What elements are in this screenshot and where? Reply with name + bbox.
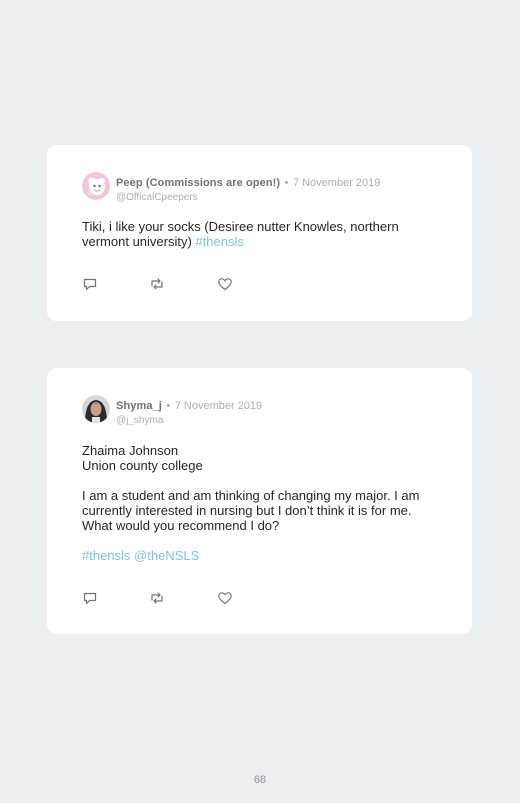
retweet-icon[interactable] [149, 276, 165, 292]
tweet-text: Tiki, i like your socks (Desiree nutter … [82, 219, 442, 249]
tweet-text-question: I am a student and am thinking of changi… [82, 488, 420, 533]
cartoon-character-avatar-icon [82, 172, 110, 200]
page-number: 68 [253, 774, 267, 786]
tweet-text-name: Zhaima Johnson [82, 443, 179, 458]
tweet-actions [82, 276, 242, 292]
user-name[interactable]: Shyma_j [116, 400, 162, 412]
separator: • [284, 177, 289, 189]
hashtag-link[interactable]: #thensls @theNSLS [82, 548, 442, 563]
separator: • [166, 400, 171, 412]
like-icon[interactable] [217, 276, 233, 292]
tweet-text-school: Union county college [82, 458, 203, 473]
like-icon[interactable] [217, 590, 233, 606]
user-name[interactable]: Peep (Commissions are open!) [116, 177, 280, 189]
avatar[interactable] [82, 172, 110, 200]
reply-icon[interactable] [82, 276, 98, 292]
user-handle[interactable]: @OfficalCpeepers [116, 192, 380, 203]
tweet-date[interactable]: 7 November 2019 [293, 177, 380, 189]
avatar[interactable] [82, 395, 110, 423]
tweet-date[interactable]: 7 November 2019 [175, 400, 262, 412]
tweet-actions [82, 590, 242, 606]
reply-icon[interactable] [82, 590, 98, 606]
tweet-card: Peep (Commissions are open!) • 7 Novembe… [47, 145, 472, 321]
retweet-icon[interactable] [149, 590, 165, 606]
hashtag-link[interactable]: #thensls [195, 234, 243, 249]
user-photo-avatar-icon [82, 395, 110, 423]
tweet-card: Shyma_j • 7 November 2019 @j_shyma Zhaim… [47, 368, 472, 634]
user-handle[interactable]: @j_shyma [116, 415, 262, 426]
